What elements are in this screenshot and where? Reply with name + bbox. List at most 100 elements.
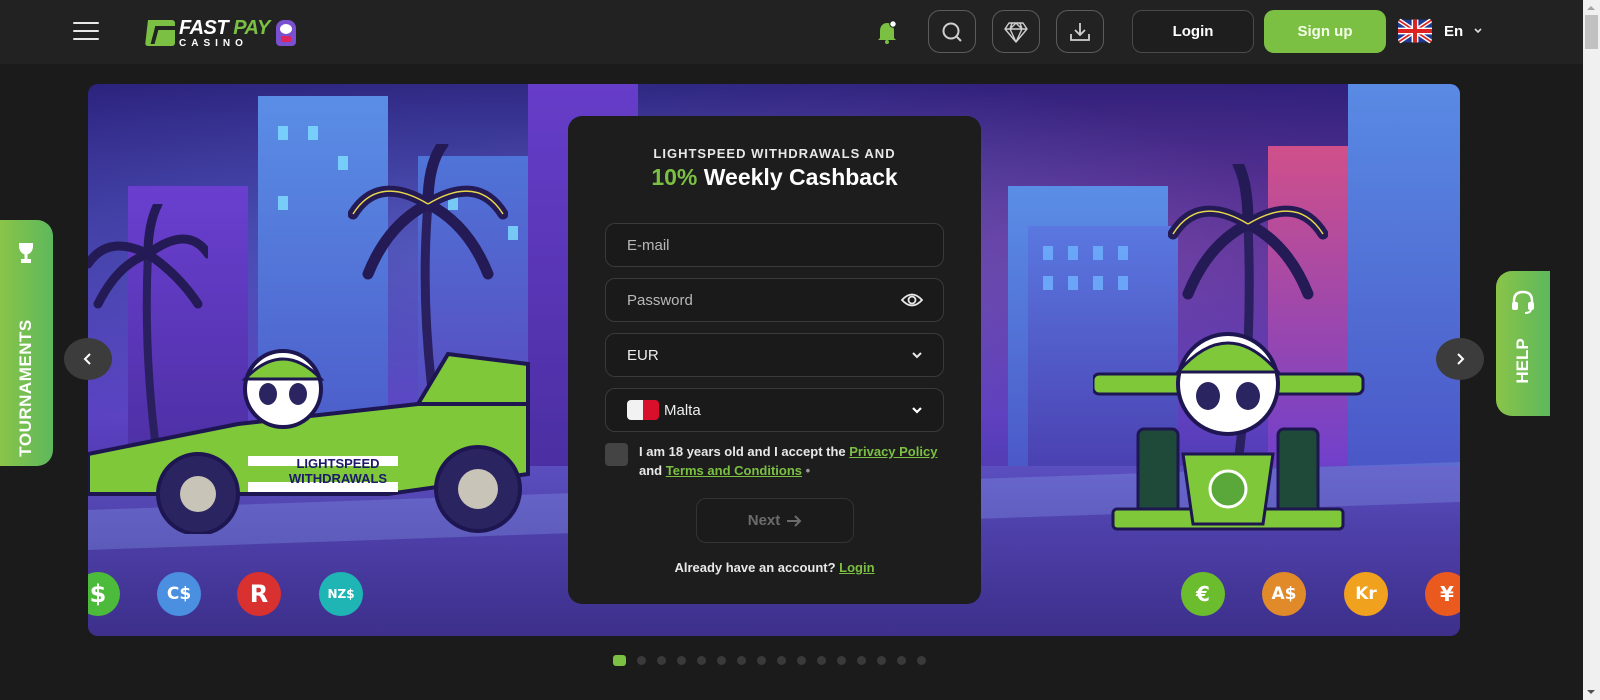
carousel-dot[interactable] xyxy=(917,656,926,665)
carousel-dot[interactable] xyxy=(697,656,706,665)
next-label: Next xyxy=(747,512,781,529)
window xyxy=(1118,276,1128,290)
carousel-prev-button[interactable] xyxy=(64,338,112,380)
carousel-dot-active[interactable] xyxy=(613,655,626,666)
terms-link[interactable]: Terms and Conditions xyxy=(666,463,802,478)
age-terms-checkbox[interactable] xyxy=(605,443,628,466)
page: FAST PAY CASINO Login Sign up En LIGHTSP… xyxy=(0,0,1583,700)
login-prompt: Already have an account? Login xyxy=(568,560,981,575)
panda-mascot-icon xyxy=(275,20,296,46)
next-button[interactable]: Next xyxy=(696,498,854,543)
consent-text: I am 18 years old and I accept the Priva… xyxy=(639,442,944,480)
email-field[interactable] xyxy=(605,223,944,267)
currency-symbol: C$ xyxy=(166,584,192,604)
search-icon xyxy=(942,22,962,42)
currency-symbol: NZ$ xyxy=(327,587,355,601)
car-livery-text: LIGHTSPEED WITHDRAWALS xyxy=(248,456,428,486)
window xyxy=(278,196,288,210)
currency-symbol: ¥ xyxy=(1440,582,1454,606)
privacy-policy-link[interactable]: Privacy Policy xyxy=(849,444,937,459)
language-label: En xyxy=(1444,22,1464,40)
header: FAST PAY CASINO Login Sign up En xyxy=(0,0,1583,64)
download-button[interactable] xyxy=(1056,10,1104,53)
consent-prefix: I am 18 years old and I accept the xyxy=(639,444,850,459)
logo-mark-icon xyxy=(145,20,175,46)
trophy-icon xyxy=(19,243,33,263)
language-selector[interactable]: En xyxy=(1398,18,1483,44)
tournaments-tab[interactable]: TOURNAMENTS xyxy=(0,220,53,466)
window xyxy=(1118,246,1128,260)
scroll-up-arrow-icon[interactable] xyxy=(1587,6,1595,10)
logo[interactable]: FAST PAY CASINO xyxy=(145,16,296,50)
login-button[interactable]: Login xyxy=(1132,10,1254,53)
currency-symbol: Kr xyxy=(1355,584,1377,604)
window xyxy=(308,126,318,140)
notifications-button[interactable] xyxy=(876,20,898,44)
promo-title-accent: 10% xyxy=(651,164,698,190)
carousel-dot[interactable] xyxy=(737,656,746,665)
currency-select[interactable]: EUR xyxy=(605,333,944,377)
carousel-dot[interactable] xyxy=(777,656,786,665)
carousel-dot[interactable] xyxy=(657,656,666,665)
arrow-right-icon xyxy=(787,514,802,527)
logo-word-pay: PAY xyxy=(233,16,270,39)
race-car-panda-illustration xyxy=(88,349,530,534)
country-select[interactable]: Malta xyxy=(605,388,944,432)
help-tab[interactable]: HELP xyxy=(1496,271,1550,416)
carousel-dot[interactable] xyxy=(637,656,646,665)
country-value: Malta xyxy=(664,401,701,419)
window xyxy=(278,126,288,140)
carousel-dot[interactable] xyxy=(857,656,866,665)
carousel-dot[interactable] xyxy=(717,656,726,665)
logo-word-fast: FAST xyxy=(179,16,229,39)
tournaments-label: TOURNAMENTS xyxy=(16,319,35,457)
carousel-dot[interactable] xyxy=(897,656,906,665)
carousel-dot[interactable] xyxy=(677,656,686,665)
eye-icon[interactable] xyxy=(901,292,923,308)
logo-text: FAST PAY CASINO xyxy=(179,18,270,49)
promo-eyebrow: LIGHTSPEED WITHDRAWALS AND xyxy=(653,146,896,161)
scroll-thumb[interactable] xyxy=(1585,15,1598,49)
carousel-dot[interactable] xyxy=(837,656,846,665)
password-field[interactable] xyxy=(605,278,944,322)
terms-consent: I am 18 years old and I accept the Priva… xyxy=(605,442,944,480)
window xyxy=(1068,276,1078,290)
carousel-pagination xyxy=(613,655,926,666)
window xyxy=(1043,246,1053,260)
login-link[interactable]: Login xyxy=(839,560,874,575)
chevron-down-icon xyxy=(1474,28,1482,34)
currency-coin: R xyxy=(237,572,281,616)
chevron-left-icon xyxy=(83,353,91,365)
currency-symbol: A$ xyxy=(1271,584,1297,604)
race-car-panda-front-illustration xyxy=(1093,332,1365,531)
chevron-right-icon xyxy=(1457,353,1465,365)
carousel-dot[interactable] xyxy=(877,656,886,665)
uk-flag-icon xyxy=(1398,18,1432,44)
hamburger-line xyxy=(73,38,99,40)
window xyxy=(1093,276,1103,290)
hamburger-menu-button[interactable] xyxy=(73,22,99,42)
already-text: Already have an account? xyxy=(674,560,840,575)
logo-title: FAST PAY xyxy=(179,18,270,38)
scroll-down-arrow-icon[interactable] xyxy=(1587,690,1595,694)
carousel-dot[interactable] xyxy=(757,656,766,665)
carousel-next-button[interactable] xyxy=(1436,338,1484,380)
password-input[interactable] xyxy=(627,291,901,309)
scrollbar[interactable] xyxy=(1583,0,1600,700)
hamburger-line xyxy=(73,30,99,32)
search-button[interactable] xyxy=(928,10,976,53)
headset-icon xyxy=(1512,290,1534,314)
logo-subtitle: CASINO xyxy=(179,37,248,49)
currency-coin: NZ$ xyxy=(319,572,363,616)
required-mark: • xyxy=(802,463,811,478)
signup-button[interactable]: Sign up xyxy=(1264,10,1386,53)
malta-flag-icon xyxy=(627,400,659,420)
currency-coin: C$ xyxy=(157,572,201,616)
carousel-dot[interactable] xyxy=(817,656,826,665)
currency-symbol: € xyxy=(1196,582,1210,606)
currency-symbol: $ xyxy=(89,580,107,608)
email-input[interactable] xyxy=(627,236,923,254)
carousel-dot[interactable] xyxy=(797,656,806,665)
chevron-down-icon xyxy=(912,352,922,359)
vip-button[interactable] xyxy=(992,10,1040,53)
